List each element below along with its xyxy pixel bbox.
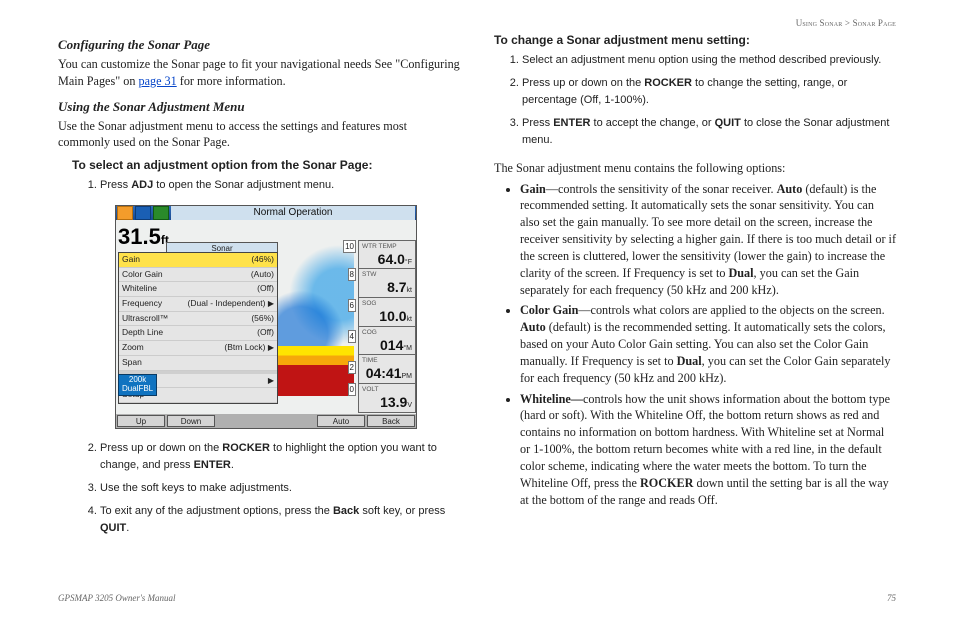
proc1-list: Press ADJ to open the Sonar adjustment m… [72,176,460,199]
field-stw: STW8.7kt [358,269,416,298]
softkey-auto[interactable]: Auto [317,415,365,427]
nav-icon [117,206,133,220]
sonar-screenshot: Normal Operation 31.5ft Sonar Gain(46%)C… [115,205,417,429]
field-sog: SOG10.0kt [358,298,416,327]
data-fields: WTR TEMP64.0°FSTW8.7ktSOG10.0ktCOG014°MT… [358,240,416,396]
breadcrumb: Using Sonar > Sonar Page [58,18,896,28]
freq-badge: 200kDualFBL [118,374,157,396]
menu-item-zoom[interactable]: Zoom(Btm Lock) ▶ [119,341,277,356]
proc1-title: To select an adjustment option from the … [72,157,460,174]
menu-item-ultrascroll-[interactable]: Ultrascroll™(56%) [119,312,277,327]
left-column: Configuring the Sonar Page You can custo… [58,32,460,548]
right-column: To change a Sonar adjustment menu settin… [494,32,896,548]
field-wtr-temp: WTR TEMP64.0°F [358,240,416,270]
title-normal-operation: Normal Operation [171,206,415,220]
globe-icon [135,206,151,220]
menu-item-depth-line[interactable]: Depth Line(Off) [119,326,277,341]
softkeys[interactable]: UpDown AutoBack [116,414,416,428]
sat-icon [153,206,169,220]
field-cog: COG014°M [358,327,416,356]
depth-readout: 31.5ft [118,222,169,252]
heading-configuring: Configuring the Sonar Page [58,36,460,54]
depth-ruler: 10 8 6 4 2 0 [344,240,356,396]
menu-item-gain[interactable]: Gain(46%) [119,253,277,268]
menu-item-whiteline[interactable]: Whiteline(Off) [119,282,277,297]
field-volt: VOLT13.9V [358,384,416,413]
field-time: TIME04:41PM [358,355,416,384]
options-list: Gain—controls the sensitivity of the son… [494,181,896,513]
proc2-list: Select an adjustment menu option using t… [494,51,896,154]
proc1-list-cont: Press up or down on the ROCKER to highli… [72,439,460,542]
menu-item-span[interactable]: Span [119,356,277,371]
menu-item-frequency[interactable]: Frequency(Dual - Independent) ▶ [119,297,277,312]
footer: GPSMAP 3205 Owner's Manual 75 [58,593,896,603]
menu-item-color-gain[interactable]: Color Gain(Auto) [119,268,277,283]
heading-using-menu: Using the Sonar Adjustment Menu [58,98,460,116]
proc2-title: To change a Sonar adjustment menu settin… [494,32,896,49]
link-page-31[interactable]: page 31 [138,74,176,88]
softkey-back[interactable]: Back [367,415,415,427]
sonar-waterfall [278,240,354,396]
softkey-down[interactable]: Down [167,415,215,427]
softkey-up[interactable]: Up [117,415,165,427]
